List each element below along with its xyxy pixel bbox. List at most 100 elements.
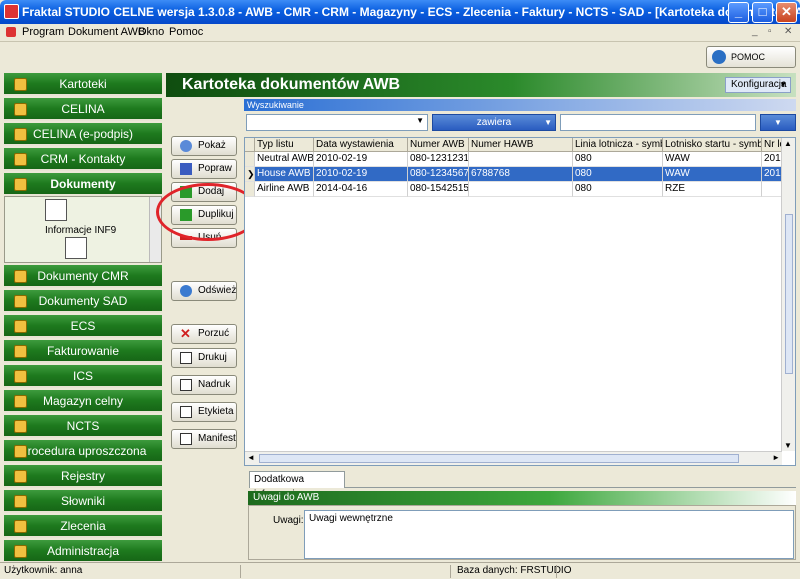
search-field-select[interactable]: ▼ xyxy=(246,114,428,131)
print-button[interactable]: Drukuj xyxy=(171,348,237,368)
sidebar-item-celina[interactable]: CELINA xyxy=(4,98,162,121)
menu-okno[interactable]: Okno xyxy=(138,26,164,38)
sidebar-item-ncts[interactable]: NCTS xyxy=(4,415,162,438)
table-header[interactable]: Typ listu xyxy=(255,138,314,152)
tab-dodatkowa-informacja[interactable]: Dodatkowa informacja xyxy=(249,471,345,500)
menu-program[interactable]: Program xyxy=(22,26,64,38)
sidebar-item-kartoteki[interactable]: Kartoteki xyxy=(4,73,162,96)
menu-dokument-awb[interactable]: Dokument AWB xyxy=(68,26,145,38)
table-header[interactable]: Numer HAWB xyxy=(469,138,573,152)
search-condition-dropdown[interactable]: zawiera ▼ xyxy=(432,114,556,131)
table-cell: 080-12312312 xyxy=(408,152,469,167)
table-header[interactable]: Numer AWB xyxy=(408,138,469,152)
status-divider xyxy=(450,565,451,578)
sidebar-item-label: Magazyn celny xyxy=(42,394,124,408)
abandon-label: Porzuć xyxy=(198,328,230,339)
sidebar-item-zlecenia[interactable]: Zlecenia xyxy=(4,515,162,538)
inf9-document-icon[interactable] xyxy=(45,199,67,221)
status-bar: Użytkownik: anna Baza danych: FRSTUDIO xyxy=(0,562,800,579)
search-label: Wyszukiwanie xyxy=(244,99,796,111)
magnifier-icon xyxy=(180,140,192,152)
scroll-left-icon[interactable]: ◄ xyxy=(247,453,255,462)
ics-icon xyxy=(14,370,27,383)
folder-icon xyxy=(14,78,27,91)
table-header[interactable]: Nr lo xyxy=(762,138,782,152)
overprint-button[interactable]: Nadruk xyxy=(171,375,237,395)
table-horizontal-scrollbar[interactable]: ◄ ► xyxy=(245,451,782,465)
table-cell xyxy=(469,152,573,167)
mdi-minimize-button[interactable]: _ xyxy=(752,26,758,37)
overprint-label: Nadruk xyxy=(198,379,231,390)
sidebar-item-ecs[interactable]: ECS xyxy=(4,315,162,338)
row-indicator xyxy=(245,182,255,197)
show-button[interactable]: Pokaż xyxy=(171,136,237,156)
document-icon[interactable] xyxy=(65,237,87,259)
label-icon xyxy=(180,406,192,418)
refresh-button[interactable]: Odśwież xyxy=(171,281,237,301)
procedure-icon xyxy=(14,445,27,458)
table-cell: 2010 xyxy=(762,152,782,167)
mdi-close-button[interactable]: ✕ xyxy=(784,26,792,37)
refresh-icon xyxy=(180,285,192,297)
sidebar-item-celina-e-podpis[interactable]: CELINA (e-podpis) xyxy=(4,123,162,146)
status-database: Baza danych: FRSTUDIO xyxy=(457,565,572,576)
sidebar-item-label: Dokumenty xyxy=(50,177,116,191)
sidebar-item-dokumenty[interactable]: Dokumenty xyxy=(4,173,162,196)
configuration-dropdown[interactable]: Konfiguracja ▼ xyxy=(725,77,791,93)
page-title: Kartoteka dokumentów AWB xyxy=(182,76,401,93)
notes-label: Uwagi: xyxy=(273,515,304,526)
label-button[interactable]: Etykieta xyxy=(171,402,237,422)
sidebar-item-magazyn-celny[interactable]: Magazyn celny xyxy=(4,390,162,413)
table-header[interactable]: Data wystawienia xyxy=(314,138,408,152)
notes-section-header: Uwagi do AWB xyxy=(248,491,796,505)
menu-app-icon xyxy=(6,27,16,37)
table-row-indicator-header xyxy=(245,138,255,152)
scrollbar-thumb[interactable] xyxy=(785,214,793,374)
table-cell: 2010-02-19 xyxy=(314,167,408,182)
scroll-up-icon[interactable]: ▲ xyxy=(784,139,792,148)
table-cell: 2014-04-16 xyxy=(314,182,408,197)
edit-button[interactable]: Popraw xyxy=(171,159,237,179)
sidebar-item-label: Dokumenty SAD xyxy=(38,294,128,308)
table-header[interactable]: Linia lotnicza - symbol xyxy=(573,138,663,152)
manifest-button[interactable]: Manifest xyxy=(171,429,237,449)
abandon-button[interactable]: ✕ Porzuć xyxy=(171,324,237,344)
sidebar-item-ics[interactable]: ICS xyxy=(4,365,162,388)
mdi-restore-button[interactable]: ▫ xyxy=(768,26,772,37)
table-cell: 6788768 xyxy=(469,167,573,182)
tab-divider xyxy=(344,487,796,488)
notes-field[interactable]: Uwagi wewnętrzne xyxy=(304,510,794,559)
minimize-button[interactable]: _ xyxy=(728,2,749,23)
remote-help-button[interactable]: POMOC ZDALNA xyxy=(706,46,796,82)
sidebar-item-rejestry[interactable]: Rejestry xyxy=(4,465,162,488)
page-header: Kartoteka dokumentów AWB Konfiguracja ▼ xyxy=(166,73,796,97)
notes-panel: Uwagi: Uwagi wewnętrzne xyxy=(248,505,796,560)
toolbar: POMOC ZDALNA xyxy=(0,43,800,82)
search-input[interactable] xyxy=(560,114,756,131)
sidebar-panel-item-informacje-inf9[interactable]: Informacje INF9 xyxy=(45,225,116,236)
table-header[interactable]: Lotnisko startu - symbol xyxy=(663,138,762,152)
maximize-button[interactable]: □ xyxy=(752,2,773,23)
admin-icon xyxy=(14,545,27,558)
scroll-down-icon[interactable]: ▼ xyxy=(784,441,792,450)
scrollbar-thumb[interactable] xyxy=(259,454,739,463)
sidebar-item-dokumenty-sad[interactable]: Dokumenty SAD xyxy=(4,290,162,313)
invoice-icon xyxy=(14,345,27,358)
table-vertical-scrollbar[interactable]: ▲ ▼ xyxy=(781,138,795,451)
chevron-down-icon: ▼ xyxy=(779,80,787,89)
sidebar-item-slowniki[interactable]: Słowniki xyxy=(4,490,162,513)
menu-bar: Program Dokument AWB Okno Pomoc xyxy=(0,24,800,42)
sidebar-item-dokumenty-cmr[interactable]: Dokumenty CMR xyxy=(4,265,162,288)
menu-pomoc[interactable]: Pomoc xyxy=(169,26,203,38)
search-options-dropdown[interactable]: ▼ xyxy=(760,114,796,131)
scroll-right-icon[interactable]: ► xyxy=(772,453,780,462)
sidebar-item-administracja[interactable]: Administracja xyxy=(4,540,162,563)
sidebar-item-fakturowanie[interactable]: Fakturowanie xyxy=(4,340,162,363)
sidebar-item-procedura-uproszczona[interactable]: Procedura uproszczona xyxy=(4,440,162,463)
printer-icon xyxy=(180,379,192,391)
row-indicator xyxy=(245,152,255,167)
printer-icon xyxy=(180,433,192,445)
sidebar-item-crm-kontakty[interactable]: CRM - Kontakty xyxy=(4,148,162,171)
close-button[interactable]: ✕ xyxy=(776,2,797,23)
current-row-arrow-icon: ❯ xyxy=(245,167,255,182)
